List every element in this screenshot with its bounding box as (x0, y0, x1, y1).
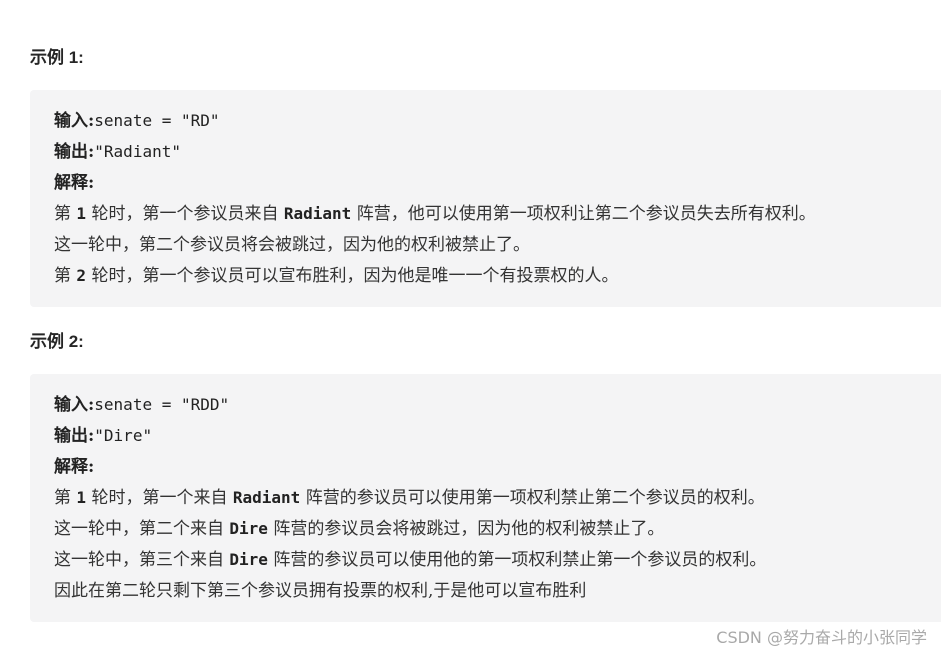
example-2-title: 示例 2: (30, 332, 84, 351)
text-segment: 阵营的参议员会将被跳过，因为他的权利被禁止了。 (267, 519, 665, 539)
code-segment: 1 (76, 204, 87, 223)
example-1-output-line: 输出:"Radiant" (54, 141, 181, 163)
output-label: 输出: (54, 142, 95, 162)
text-segment: 轮时，第一个参议员可以宣布胜利，因为他是唯一一个有投票权的人。 (86, 266, 619, 286)
text-segment: 这一轮中，第三个来自 (54, 550, 230, 570)
example-2-explain-line-4: 因此在第二轮只剩下第三个参议员拥有投票的权利,于是他可以宣布胜利 (54, 580, 586, 602)
code-segment: Radiant (283, 204, 352, 223)
example-1-explain-label-line: 解释: (54, 172, 94, 194)
code-segment: 1 (76, 488, 87, 507)
example-2-output-line: 输出:"Dire" (54, 425, 152, 447)
explain-label: 解释: (54, 173, 95, 193)
text-segment: 第 (54, 488, 77, 508)
example-1-explain-line-3: 第 2 轮时，第一个参议员可以宣布胜利，因为他是唯一一个有投票权的人。 (54, 265, 618, 287)
text-segment: 这一轮中，第二个参议员将会被跳过，因为他的权利被禁止了。 (54, 235, 530, 255)
example-1-title: 示例 1: (30, 48, 84, 67)
output-value: "Radiant" (94, 142, 181, 161)
text-segment: 阵营的参议员可以使用第一项权利禁止第二个参议员的权利。 (300, 488, 765, 508)
code-segment: Dire (229, 519, 268, 538)
code-segment: Dire (229, 550, 268, 569)
example-2-explain-line-1: 第 1 轮时，第一个来自 Radiant 阵营的参议员可以使用第一项权利禁止第二… (54, 487, 765, 509)
example-1-input-line: 输入:senate = "RD" (54, 110, 220, 132)
example-2-input-line: 输入:senate = "RDD" (54, 394, 229, 416)
input-value: senate = "RD" (94, 111, 220, 130)
output-label: 输出: (54, 426, 95, 446)
input-label: 输入: (54, 395, 95, 415)
example-1-code-block: 输入:senate = "RD" 输出:"Radiant" 解释: 第 1 轮时… (30, 90, 941, 307)
code-segment: 2 (76, 266, 87, 285)
input-value: senate = "RDD" (94, 395, 230, 414)
text-segment: 第 (54, 266, 77, 286)
example-2-code-block: 输入:senate = "RDD" 输出:"Dire" 解释: 第 1 轮时，第… (30, 374, 941, 622)
text-segment: 阵营，他可以使用第一项权利让第二个参议员失去所有权利。 (351, 204, 816, 224)
example-2-explain-label-line: 解释: (54, 456, 94, 478)
text-segment: 第 (54, 204, 77, 224)
output-value: "Dire" (94, 426, 153, 445)
example-1-explain-line-1: 第 1 轮时，第一个参议员来自 Radiant 阵营，他可以使用第一项权利让第二… (54, 203, 816, 225)
csdn-watermark: CSDN @努力奋斗的小张同学 (716, 628, 927, 647)
text-segment: 因此在第二轮只剩下第三个参议员拥有投票的权利,于是他可以宣布胜利 (54, 581, 587, 601)
example-2-explain-line-2: 这一轮中，第二个来自 Dire 阵营的参议员会将被跳过，因为他的权利被禁止了。 (54, 518, 664, 540)
text-segment: 阵营的参议员可以使用他的第一项权利禁止第一个参议员的权利。 (267, 550, 767, 570)
text-segment: 轮时，第一个来自 (86, 488, 233, 508)
example-1-explain-line-2: 这一轮中，第二个参议员将会被跳过，因为他的权利被禁止了。 (54, 234, 530, 256)
input-label: 输入: (54, 111, 95, 131)
explain-label: 解释: (54, 457, 95, 477)
code-segment: Radiant (232, 488, 301, 507)
text-segment: 这一轮中，第二个来自 (54, 519, 230, 539)
example-2-explain-line-3: 这一轮中，第三个来自 Dire 阵营的参议员可以使用他的第一项权利禁止第一个参议… (54, 549, 766, 571)
text-segment: 轮时，第一个参议员来自 (86, 204, 284, 224)
